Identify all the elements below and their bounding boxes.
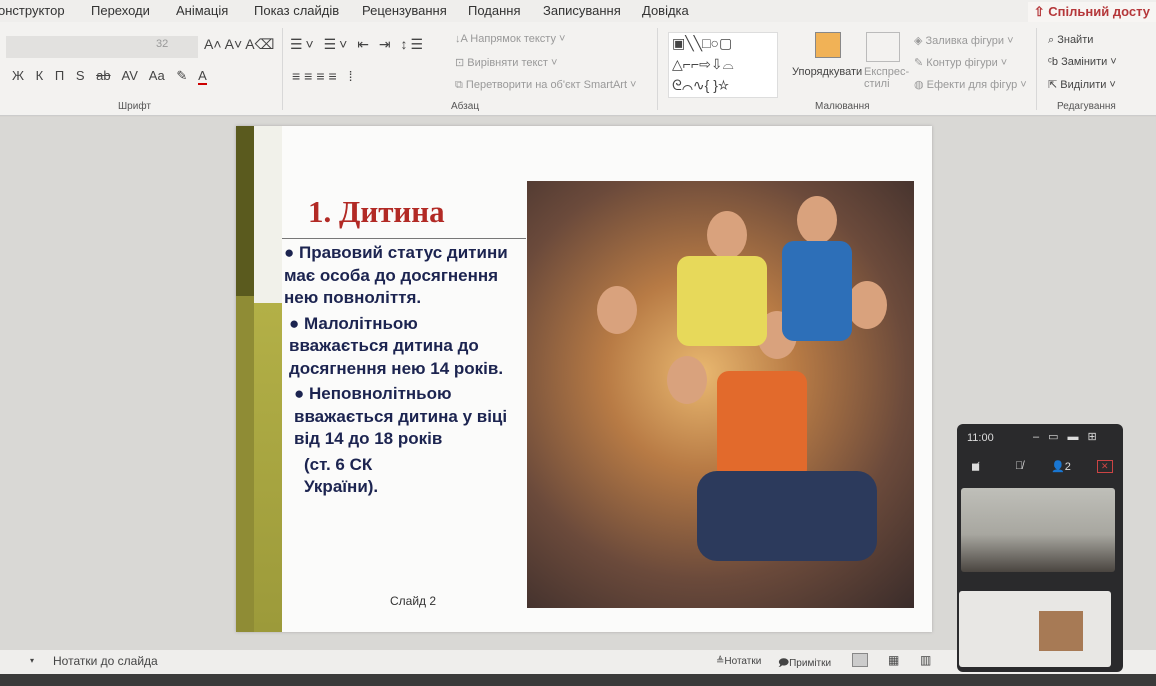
font-name-input[interactable] [6,36,198,58]
mic-off-icon[interactable]: 🎙̸ [1015,460,1023,472]
tab-view[interactable]: Подання [468,3,521,18]
notes-button[interactable]: ≜Нотатки [716,656,761,667]
decor-strip [236,296,254,632]
comments-button[interactable]: 🗩Примітки [778,656,831,673]
font-format-buttons[interactable]: Ж К П S ab AV Aa ✎ A [12,68,207,85]
sorter-view-icon[interactable]: ▦ [888,653,899,667]
hangup-icon[interactable]: ✕ [1097,460,1113,473]
shape-effects-label: Ефекти для фігур [926,79,1018,91]
shape-effects-button[interactable]: ◍ Ефекти для фігур ˅ [914,78,1027,91]
share-label: Спільний досту [1048,4,1150,19]
participant-video [961,488,1115,572]
shape-fill-button[interactable]: ◈ Заливка фігури ˅ [914,34,1014,47]
title-divider [282,238,526,239]
notes-button-label: Нотатки [724,656,762,667]
slide-number: Слайд 2 [390,594,437,608]
call-time: 11:00 [967,432,994,444]
underline-button[interactable]: П [55,68,64,83]
text-direction-button[interactable]: ↓A Напрямок тексту ˅ [455,33,565,45]
highlight-icon[interactable]: ✎ [176,68,187,83]
smartart-button[interactable]: ⧉ Перетворити на об'єкт SmartArt ˅ [455,79,636,92]
editing-group-label: Редагування [1057,101,1116,112]
reference: (ст. 6 СК України). [304,454,379,497]
italic-button[interactable]: К [36,68,44,83]
quick-styles-button[interactable]: Експрес-стилі [864,66,909,90]
decor-strip [254,126,282,632]
replace-button[interactable]: ᶜb Замінити ˅ [1048,56,1117,68]
tab-slideshow[interactable]: Показ слайдів [254,3,339,18]
font-color-icon[interactable]: A [198,68,207,85]
participant-count: 2 [1064,461,1071,473]
reading-view-icon[interactable]: ▥ [920,653,931,667]
share-button[interactable]: ⇧ Спільний досту [1027,2,1156,22]
collapse-icon[interactable]: ▾ [30,656,34,665]
window-controls[interactable]: –▭▬⊞ [1033,430,1106,443]
notes-input[interactable]: Нотатки до слайда [53,654,158,668]
spacing-button[interactable]: AV [121,68,137,83]
align-text-label: Вирівняти текст [467,57,548,69]
slide-body[interactable]: ● Правовий статус дитини має особа до до… [284,242,514,502]
taskbar [0,674,1156,686]
select-label: Виділити [1060,79,1107,91]
drawing-group-label: Малювання [815,101,870,112]
strike-button[interactable]: ab [96,68,110,83]
shape-outline-label: Контур фігури [926,57,998,69]
normal-view-icon[interactable] [852,653,868,667]
shadow-button[interactable]: S [76,68,85,83]
comments-button-label: Примітки [789,658,832,669]
tab-transitions[interactable]: Переходи [91,3,150,18]
screen-share-preview [959,591,1111,667]
shapes-gallery[interactable]: ▣╲╲□○▢ △⌐⌐⇨⇩⌓ ᘓ⌒∿{ }☆ [668,32,778,98]
shape-outline-button[interactable]: ✎ Контур фігури ˅ [914,56,1007,69]
font-grow-shrink-buttons[interactable]: A˄ A˅ A⌫ [204,36,274,53]
bold-button[interactable]: Ж [12,68,24,83]
case-button[interactable]: Aa [149,68,165,83]
align-text-button[interactable]: ⊡ Вирівняти текст ˅ [455,56,557,69]
arrange-button[interactable]: Упорядкувати [792,66,862,78]
tab-design[interactable]: онструктор [0,3,65,18]
ribbon: 32 A˄ A˅ A⌫ Ж К П S ab AV Aa ✎ A Шрифт ☰… [0,22,1156,116]
camera-off-icon[interactable]: ◼̸ [971,460,980,473]
tab-help[interactable]: Довідка [642,3,689,18]
slide[interactable]: 1. Дитина ● Правовий статус дитини має о… [236,126,932,632]
shape-fill-label: Заливка фігури [925,35,1005,47]
font-group-label: Шрифт [118,101,151,112]
find-label: Знайти [1057,34,1094,46]
ribbon-tabs: онструктор Переходи Анімація Показ слайд… [0,0,1156,22]
quick-styles-icon [866,32,900,62]
find-button[interactable]: ⌕ Знайти [1048,34,1093,47]
paragraph-group-label: Абзац [451,101,480,112]
select-button[interactable]: ⇱ Виділити ˅ [1048,78,1116,91]
list-buttons[interactable]: ☰˅ ☰˅ ⇤ ⇥ ↕☰ [290,36,426,53]
tab-review[interactable]: Рецензування [362,3,447,18]
teenagers-photo[interactable] [527,181,914,608]
bullet: ● Неповнолітньою вважається дитина у віц… [294,384,508,448]
slide-title[interactable]: 1. Дитина [308,194,445,230]
text-direction-label: Напрямок тексту [470,33,556,45]
bullet: ● Малолітньою вважається дитина до досяг… [289,313,504,378]
video-call-panel[interactable]: 11:00 –▭▬⊞ ◼̸ 🎙̸ 👤2 ✕ [957,424,1123,672]
smartart-label: Перетворити на об'єкт SmartArt [465,79,627,91]
replace-label: Замінити [1061,56,1108,68]
participants-icon[interactable]: 👤2 [1051,460,1071,473]
align-buttons[interactable]: ≡≡≡≡ ⁞ [292,68,356,84]
tab-recording[interactable]: Записування [543,3,621,18]
arrange-icon [815,32,841,58]
bullet: ● Правовий статус дитини має особа до до… [284,243,508,307]
tab-animation[interactable]: Анімація [176,3,228,18]
font-size-input[interactable]: 32 [156,38,168,50]
